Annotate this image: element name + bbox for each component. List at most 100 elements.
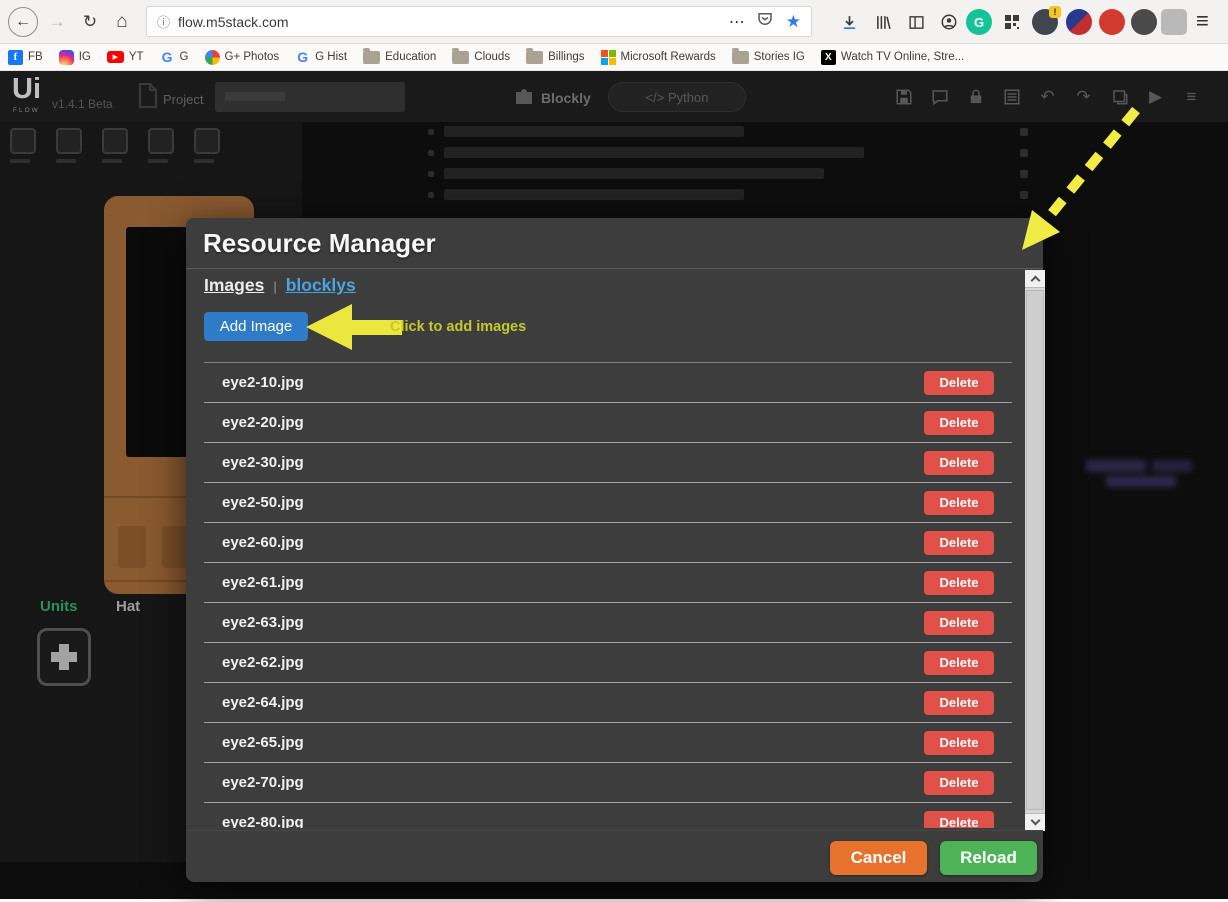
file-name: eye2-70.jpg	[222, 774, 304, 791]
tab-units[interactable]: Units	[40, 598, 78, 615]
list-icon[interactable]	[1000, 85, 1023, 108]
bookmark-fb[interactable]: FB	[8, 50, 43, 65]
microsoft-icon	[601, 50, 616, 65]
extension-badge	[1049, 6, 1061, 18]
scroll-up-button[interactable]	[1025, 270, 1045, 288]
file-name: eye2-20.jpg	[222, 414, 304, 431]
scrollbar-thumb[interactable]	[1026, 290, 1044, 810]
site-info-icon[interactable]	[157, 12, 170, 31]
adblock-extension-icon[interactable]	[1099, 9, 1125, 35]
delete-button[interactable]: Delete	[924, 611, 994, 635]
tool-icon[interactable]	[56, 128, 83, 168]
sidebar-icon[interactable]	[903, 9, 929, 35]
delete-button[interactable]: Delete	[924, 691, 994, 715]
delete-button[interactable]: Delete	[924, 651, 994, 675]
uiflow-logo: Ui	[12, 75, 41, 104]
bookmark-ghist[interactable]: G Hist	[295, 50, 347, 65]
extension-icon-gray[interactable]	[1161, 9, 1187, 35]
uiflow-header: Ui FLOW v1.4.1 Beta Project Blockly </> …	[0, 71, 1228, 122]
app-menu-icon[interactable]: ≡	[1180, 85, 1203, 108]
scroll-down-button[interactable]	[1025, 813, 1045, 831]
screenshot-icon[interactable]	[1108, 85, 1131, 108]
extension-icon[interactable]	[1066, 9, 1092, 35]
browser-toolbar: flow.m5stack.com	[0, 0, 1228, 44]
extension-icon-badged[interactable]	[1032, 9, 1058, 35]
modal-scrollbar[interactable]	[1025, 270, 1045, 831]
bookmark-google[interactable]: G	[160, 50, 189, 65]
delete-button[interactable]: Delete	[924, 371, 994, 395]
instagram-icon	[59, 50, 74, 65]
tool-icon[interactable]	[102, 128, 129, 168]
url-bar[interactable]: flow.m5stack.com	[146, 6, 812, 37]
add-unit-button[interactable]	[37, 628, 91, 686]
reload-button[interactable]	[78, 10, 102, 34]
file-row: eye2-20.jpg Delete	[204, 403, 1012, 443]
google-icon	[160, 50, 175, 65]
bookmark-clouds[interactable]: Clouds	[452, 51, 510, 64]
extension-icon-dark[interactable]	[1131, 9, 1157, 35]
delete-button[interactable]: Delete	[924, 491, 994, 515]
delete-button[interactable]: Delete	[924, 811, 994, 829]
tool-icon[interactable]	[148, 128, 175, 168]
file-name: eye2-64.jpg	[222, 694, 304, 711]
tab-images[interactable]: Images	[204, 275, 264, 296]
tab-separator: |	[273, 279, 276, 294]
library-icon[interactable]	[870, 9, 896, 35]
delete-button[interactable]: Delete	[924, 571, 994, 595]
tool-icon[interactable]	[10, 128, 37, 168]
bookmark-yt[interactable]: YT	[107, 51, 144, 63]
page-actions-icon[interactable]	[729, 12, 746, 32]
file-row: eye2-61.jpg Delete	[204, 563, 1012, 603]
tool-icon[interactable]	[194, 128, 221, 168]
chat-icon[interactable]	[928, 85, 951, 108]
menu-icon[interactable]	[1196, 8, 1209, 34]
save-icon[interactable]	[892, 85, 915, 108]
file-list: eye2-10.jpg Delete eye2-20.jpg Delete ey…	[204, 363, 1012, 828]
downloads-icon[interactable]	[836, 9, 862, 35]
delete-button[interactable]: Delete	[924, 451, 994, 475]
forward-button[interactable]	[46, 11, 68, 33]
pocket-icon[interactable]	[756, 10, 774, 33]
delete-button[interactable]: Delete	[924, 531, 994, 555]
bookmark-gplus-photos[interactable]: G+ Photos	[205, 50, 280, 65]
bookmark-star-icon[interactable]	[786, 12, 801, 32]
canvas-toolbar	[10, 128, 221, 168]
blockly-puzzle-icon	[512, 83, 536, 112]
reload-list-button[interactable]: Reload	[940, 841, 1037, 875]
bookmark-ms-rewards[interactable]: Microsoft Rewards	[601, 50, 716, 65]
run-icon[interactable]: ▶	[1144, 85, 1167, 108]
bookmark-billings[interactable]: Billings	[526, 51, 584, 64]
modal-title: Resource Manager	[203, 228, 436, 259]
url-text: flow.m5stack.com	[178, 14, 288, 30]
qr-extension-icon[interactable]	[999, 9, 1025, 35]
device-button	[118, 526, 146, 568]
google-photos-icon	[205, 50, 220, 65]
project-label[interactable]: Project	[163, 92, 203, 107]
project-name-input[interactable]	[215, 82, 405, 112]
cancel-button[interactable]: Cancel	[830, 841, 927, 875]
file-name: eye2-10.jpg	[222, 374, 304, 391]
tab-blocklys[interactable]: blocklys	[286, 275, 356, 296]
bookmark-education[interactable]: Education	[363, 51, 436, 64]
lock-icon[interactable]	[964, 85, 987, 108]
screen: flow.m5stack.com FB IG YT G G+ Photos G …	[0, 0, 1228, 902]
tab-hat[interactable]: Hat	[116, 598, 140, 615]
bookmark-watch-tv[interactable]: Watch TV Online, Stre...	[821, 50, 964, 65]
home-button[interactable]	[110, 9, 134, 35]
delete-button[interactable]: Delete	[924, 731, 994, 755]
delete-button[interactable]: Delete	[924, 411, 994, 435]
bookmark-stories-ig[interactable]: Stories IG	[732, 51, 805, 64]
file-name: eye2-30.jpg	[222, 454, 304, 471]
bookmark-ig[interactable]: IG	[59, 50, 91, 65]
undo-icon[interactable]: ↶	[1036, 85, 1059, 108]
add-image-button[interactable]: Add Image	[204, 312, 308, 341]
redo-icon[interactable]: ↷	[1072, 85, 1095, 108]
grammarly-extension-icon[interactable]	[966, 9, 992, 35]
file-name: eye2-60.jpg	[222, 534, 304, 551]
tab-python[interactable]: </> Python	[608, 82, 746, 112]
file-name: eye2-50.jpg	[222, 494, 304, 511]
delete-button[interactable]: Delete	[924, 771, 994, 795]
tab-blockly[interactable]: Blockly	[541, 90, 591, 106]
account-icon[interactable]	[936, 9, 962, 35]
back-button[interactable]	[8, 7, 38, 37]
